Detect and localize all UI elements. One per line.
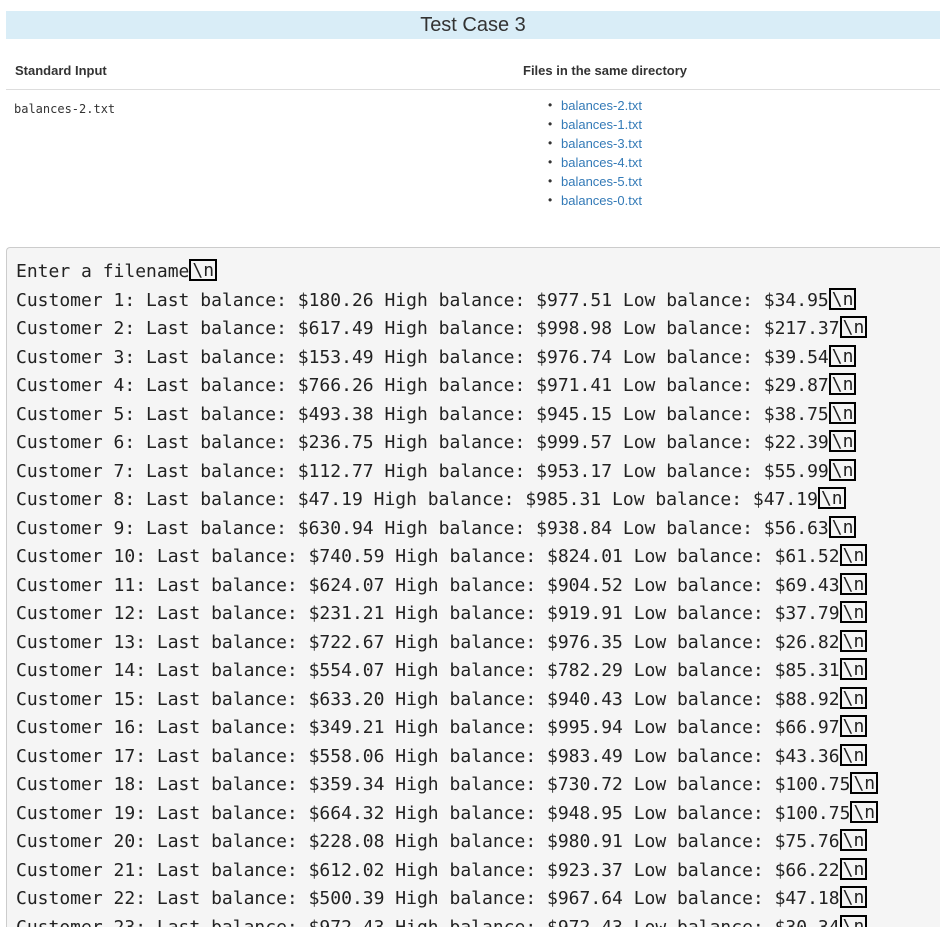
bullet-icon: • [548, 117, 553, 131]
newline-marker: \n [839, 629, 868, 652]
bullet-icon: • [548, 136, 553, 150]
standard-input-header: Standard Input [15, 63, 107, 78]
output-line: Customer 11: Last balance: $624.07 High … [16, 572, 878, 601]
output-line: Customer 16: Last balance: $349.21 High … [16, 714, 878, 743]
output-line-text: Customer 5: Last balance: $493.38 High b… [16, 403, 829, 425]
output-line: Customer 22: Last balance: $500.39 High … [16, 885, 878, 914]
bullet-icon: • [548, 98, 553, 112]
output-line: Customer 19: Last balance: $664.32 High … [16, 800, 879, 829]
output-line-text: Customer 14: Last balance: $554.07 High … [16, 660, 840, 681]
newline-marker: \n [828, 373, 857, 395]
output-line-text: Customer 23: Last balance: $972.43 High … [16, 916, 840, 927]
file-link[interactable]: balances-1.txt [561, 117, 642, 132]
file-link[interactable]: balances-4.txt [561, 155, 642, 170]
output-line: Customer 3: Last balance: $153.49 High b… [16, 344, 878, 373]
output-line: Customer 12: Last balance: $231.21 High … [16, 600, 878, 629]
file-list-item: • balances-1.txt [548, 115, 642, 134]
newline-marker: \n [839, 544, 868, 566]
output-line: Customer 10: Last balance: $740.59 High … [16, 543, 878, 572]
output-line-text: Customer 18: Last balance: $359.34 High … [16, 774, 851, 795]
output-line-text: Customer 16: Last balance: $349.21 High … [16, 717, 840, 738]
output-line: Customer 7: Last balance: $112.77 High b… [16, 458, 878, 487]
newline-marker: \n [850, 800, 879, 823]
output-line: Customer 8: Last balance: $47.19 High ba… [16, 486, 878, 515]
output-line-text: Customer 19: Last balance: $664.32 High … [16, 802, 851, 824]
newline-marker: \n [817, 487, 846, 509]
newline-marker: \n [839, 572, 868, 595]
output-line: Customer 5: Last balance: $493.38 High b… [16, 401, 878, 430]
output-line: Customer 15: Last balance: $633.20 High … [16, 686, 878, 715]
output-line-text: Customer 13: Last balance: $722.67 High … [16, 631, 840, 653]
output-line-text: Customer 21: Last balance: $612.02 High … [16, 859, 840, 881]
file-link[interactable]: balances-0.txt [561, 193, 642, 208]
bullet-icon: • [548, 193, 553, 207]
output-line: Customer 23: Last balance: $972.43 High … [16, 914, 878, 927]
output-line: Customer 9: Last balance: $630.94 High b… [16, 515, 878, 544]
newline-marker: \n [839, 715, 868, 737]
newline-marker: \n [189, 259, 218, 281]
newline-marker: \n [839, 601, 868, 623]
output-lines: Enter a filename \n Customer 1: Last balan… [16, 258, 879, 927]
newline-marker: \n [839, 829, 868, 851]
output-line-text: Customer 7: Last balance: $112.77 High b… [16, 460, 829, 482]
output-line-text: Customer 12: Last balance: $231.21 High … [16, 603, 840, 624]
bullet-icon: • [548, 174, 553, 188]
output-line: Customer 1: Last balance: $180.26 High b… [16, 287, 878, 316]
output-line: Customer 13: Last balance: $722.67 High … [16, 629, 878, 658]
newline-marker: \n [839, 857, 868, 880]
newline-marker: \n [839, 886, 868, 908]
newline-marker: \n [828, 344, 857, 367]
output-line: Customer 4: Last balance: $766.26 High b… [16, 372, 878, 401]
bullet-icon: • [548, 155, 553, 169]
newline-marker: \n [839, 658, 868, 680]
newline-marker: \n [839, 914, 868, 927]
file-link[interactable]: balances-3.txt [561, 136, 642, 151]
output-line-text: Customer 1: Last balance: $180.26 High b… [16, 289, 829, 311]
file-list-item: • balances-5.txt [548, 172, 642, 191]
file-list-item: • balances-2.txt [548, 96, 642, 115]
output-line-text: Customer 17: Last balance: $558.06 High … [16, 745, 840, 767]
file-link[interactable]: balances-5.txt [561, 174, 642, 189]
output-line-text: Customer 4: Last balance: $766.26 High b… [16, 375, 829, 396]
output-line-text: Customer 15: Last balance: $633.20 High … [16, 688, 840, 710]
output-line: Customer 6: Last balance: $236.75 High b… [16, 429, 878, 458]
newline-marker: \n [828, 515, 857, 538]
file-list-item: • balances-3.txt [548, 134, 642, 153]
output-line-text: Customer 3: Last balance: $153.49 High b… [16, 346, 829, 368]
file-list: • balances-2.txt • balances-1.txt • balance… [548, 96, 642, 210]
program-output[interactable]: Enter a filename \n Customer 1: Last balan… [6, 247, 940, 927]
output-line-text: Customer 22: Last balance: $500.39 High … [16, 888, 840, 909]
output-line-text: Customer 6: Last balance: $236.75 High b… [16, 432, 829, 453]
output-line: Customer 14: Last balance: $554.07 High … [16, 657, 878, 686]
header-divider [6, 89, 940, 90]
newline-marker: \n [839, 743, 868, 766]
newline-marker: \n [839, 686, 868, 709]
file-list-item: • balances-4.txt [548, 153, 642, 172]
newline-marker: \n [828, 287, 857, 310]
output-line: Enter a filename \n [16, 258, 878, 287]
standard-input-value: balances-2.txt [14, 102, 116, 116]
output-line: Customer 21: Last balance: $612.02 High … [16, 857, 878, 886]
output-line-text: Customer 11: Last balance: $624.07 High … [16, 574, 840, 596]
output-line: Customer 17: Last balance: $558.06 High … [16, 743, 878, 772]
output-line-text: Customer 10: Last balance: $740.59 High … [16, 546, 840, 567]
file-list-item: • balances-0.txt [548, 191, 642, 210]
test-case-title: Test Case 3 [6, 11, 940, 39]
newline-marker: \n [850, 772, 879, 794]
newline-marker: \n [828, 430, 857, 452]
output-line-text: Customer 2: Last balance: $617.49 High b… [16, 318, 840, 339]
newline-marker: \n [839, 316, 868, 338]
output-line-text: Customer 9: Last balance: $630.94 High b… [16, 517, 829, 539]
output-line-text: Enter a filename [16, 261, 190, 282]
output-line-text: Customer 20: Last balance: $228.08 High … [16, 831, 840, 852]
files-header: Files in the same directory [523, 63, 688, 78]
output-line: Customer 18: Last balance: $359.34 High … [16, 771, 879, 800]
file-link[interactable]: balances-2.txt [561, 98, 642, 113]
output-line: Customer 20: Last balance: $228.08 High … [16, 828, 878, 857]
newline-marker: \n [828, 401, 857, 424]
output-line-text: Customer 8: Last balance: $47.19 High ba… [16, 489, 818, 510]
newline-marker: \n [828, 458, 857, 481]
output-line: Customer 2: Last balance: $617.49 High b… [16, 315, 878, 344]
